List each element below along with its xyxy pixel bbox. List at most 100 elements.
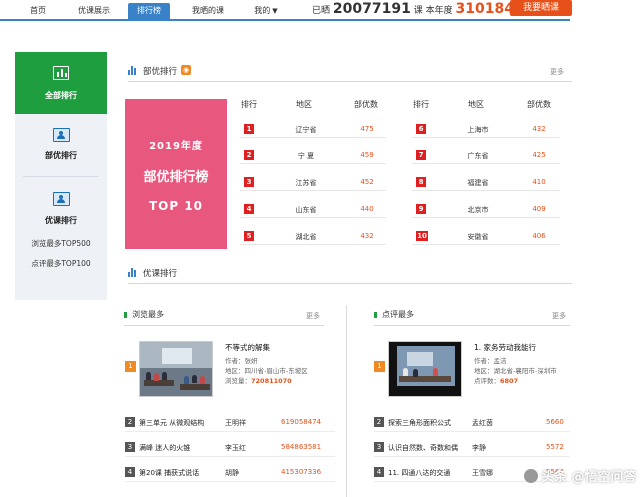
region-name: 辽宁省 [295,126,317,134]
tab-mine[interactable]: 我的 ▼ [246,3,286,19]
dept-count: 432 [360,232,374,240]
rank-badge: 4 [374,467,384,477]
table-row[interactable]: 4 山东省 440 [240,200,386,218]
list-item[interactable]: 3 认识自然数、奇数和偶 李静 5572 [374,437,570,457]
table-row[interactable]: 3 江苏省 452 [240,173,386,191]
dept-count: 406 [532,232,546,240]
rank-badge: 7 [416,150,426,160]
bullet-marker [374,312,377,318]
list-item[interactable]: 4 第20课 捕获式说话 胡静 415307336 [125,462,335,482]
section-title: 优课排行 [143,269,178,279]
column-header-region: 地区 [296,100,312,109]
table-row[interactable]: 8 福建省 410 [412,173,560,191]
course-views: 浏览量：720811070 [225,377,292,385]
table-row[interactable]: 5 湖北省 432 [240,227,386,245]
teacher-icon [53,128,70,142]
rank-badge: 2 [125,417,135,427]
stats-unit: 课 [413,6,423,16]
featured-course[interactable]: 1 不等式的解集 作者：张妍 地区：四川省-眉山市-东坡区 浏览量：720811… [125,338,340,398]
banner-title: 部优排行榜 [143,170,209,185]
rank-badge: 5 [244,231,254,241]
tab-home[interactable]: 首页 [20,3,56,19]
course-author: 胡静 [225,469,239,477]
caret-down-icon: ▼ [272,7,278,15]
dept-count: 409 [532,205,546,213]
course-reviews: 5660 [546,418,564,426]
more-link[interactable]: 更多 [552,311,566,321]
region-name: 山东省 [295,206,317,214]
course-author: 李玉红 [225,444,246,452]
region-name: 上海市 [467,126,489,134]
top10-banner[interactable]: 2019年度 部优排行榜 TOP 10 [125,99,227,249]
table-row[interactable]: 2 宁 夏 459 [240,146,386,164]
banner-top: TOP 10 [148,199,204,213]
panel-divider [346,305,347,497]
sidebar-item-label: 部优排行 [45,151,77,160]
sidebar-item-label: 优课排行 [45,216,77,225]
rank-badge: 1 [374,361,385,372]
dept-count: 459 [360,151,374,159]
course-views: 415307336 [281,468,322,476]
rank-badge: 4 [244,204,254,214]
course-views: 584863581 [281,443,322,451]
stats-total: 20077191 [332,1,411,17]
course-author: 作者：张妍 [225,357,258,365]
more-link[interactable]: 更多 [306,311,320,321]
bullet-marker [124,312,127,318]
sidebar-item-dept-ranking[interactable]: 部优排行 [15,114,107,174]
bar-chart-icon [53,66,69,80]
course-author: 作者：孟洁 [474,357,507,365]
list-item[interactable]: 2 第三单元 从微观结构 王明祥 619058474 [125,412,335,432]
featured-course[interactable]: 1 1. 家务劳动我能行 作者：孟洁 地区：湖北省-襄阳市-深圳市 点评数：68… [374,338,570,398]
nav-underline [0,19,570,21]
course-region: 地区：四川省-眉山市-东坡区 [225,367,308,375]
table-row[interactable]: 10 安徽省 406 [412,227,560,245]
course-thumbnail[interactable] [388,341,462,397]
column-header-rank: 排行 [241,100,257,109]
watermark-logo-icon [524,469,538,483]
tab-ranking[interactable]: 排行榜 [128,3,170,19]
list-item[interactable]: 3 满峰 迷人的火锥 李玉红 584863581 [125,437,335,457]
watermark: 头条 @悟空问答 [524,466,637,485]
region-name: 江苏省 [295,179,317,187]
more-link[interactable]: 更多 [550,67,564,77]
top-navigation: 首页 优课展示 排行榜 我晒的课 我的 ▼ 已晒 20077191 课 本年度 3… [0,0,640,21]
course-title[interactable]: 不等式的解集 [225,342,270,353]
sidebar-item-course-ranking[interactable]: 优课排行 [15,178,107,228]
tab-mine-label: 我的 [254,6,271,15]
sidebar-item-all-ranking[interactable]: 全部排行 [15,52,107,114]
dept-count: 410 [532,178,546,186]
rank-badge: 8 [416,177,426,187]
table-row[interactable]: 9 北京市 409 [412,200,560,218]
sidebar: 全部排行 部优排行 优课排行 浏览最多TOP500 点评最多TOP100 [15,52,107,300]
sidebar-item-label: 全部排行 [45,91,77,100]
dept-ranking-header: 部优排行 ◉ 更多 [128,62,572,82]
rank-badge: 9 [416,204,426,214]
bar-chart-icon [128,268,138,277]
table-row[interactable]: 7 广东省 425 [412,146,560,164]
sidebar-link-browse-top500[interactable]: 浏览最多TOP500 [15,238,107,249]
table-row[interactable]: 1 辽宁省 475 [240,120,386,138]
presenter-icon [53,192,70,206]
tab-my-courses[interactable]: 我晒的课 [184,3,232,19]
rank-badge: 1 [125,361,136,372]
review-most-header: 点评最多 更多 [374,306,570,326]
course-title[interactable]: 1. 家务劳动我能行 [474,342,536,353]
rss-icon[interactable]: ◉ [181,65,191,75]
stats-year-label: 本年度 [425,6,453,16]
sidebar-link-review-top100[interactable]: 点评最多TOP100 [15,258,107,269]
course-title: 认识自然数、奇数和偶 [388,444,458,452]
banner-year: 2019年度 [149,141,203,152]
list-item[interactable]: 2 探索三角形面积公式 孟红茵 5660 [374,412,570,432]
course-title: 第三单元 从微观结构 [139,419,205,427]
tab-course-showcase[interactable]: 优课展示 [70,3,118,19]
column-header-count: 部优数 [354,100,378,109]
course-region: 地区：湖北省-襄阳市-深圳市 [474,367,557,375]
upload-course-button[interactable]: 我要晒课 [510,0,572,16]
rank-badge: 10 [416,231,428,241]
course-thumbnail[interactable] [139,341,213,397]
rank-badge: 3 [244,177,254,187]
course-views: 619058474 [281,418,322,426]
course-title: 满峰 迷人的火锥 [139,444,191,452]
table-row[interactable]: 6 上海市 432 [412,120,560,138]
